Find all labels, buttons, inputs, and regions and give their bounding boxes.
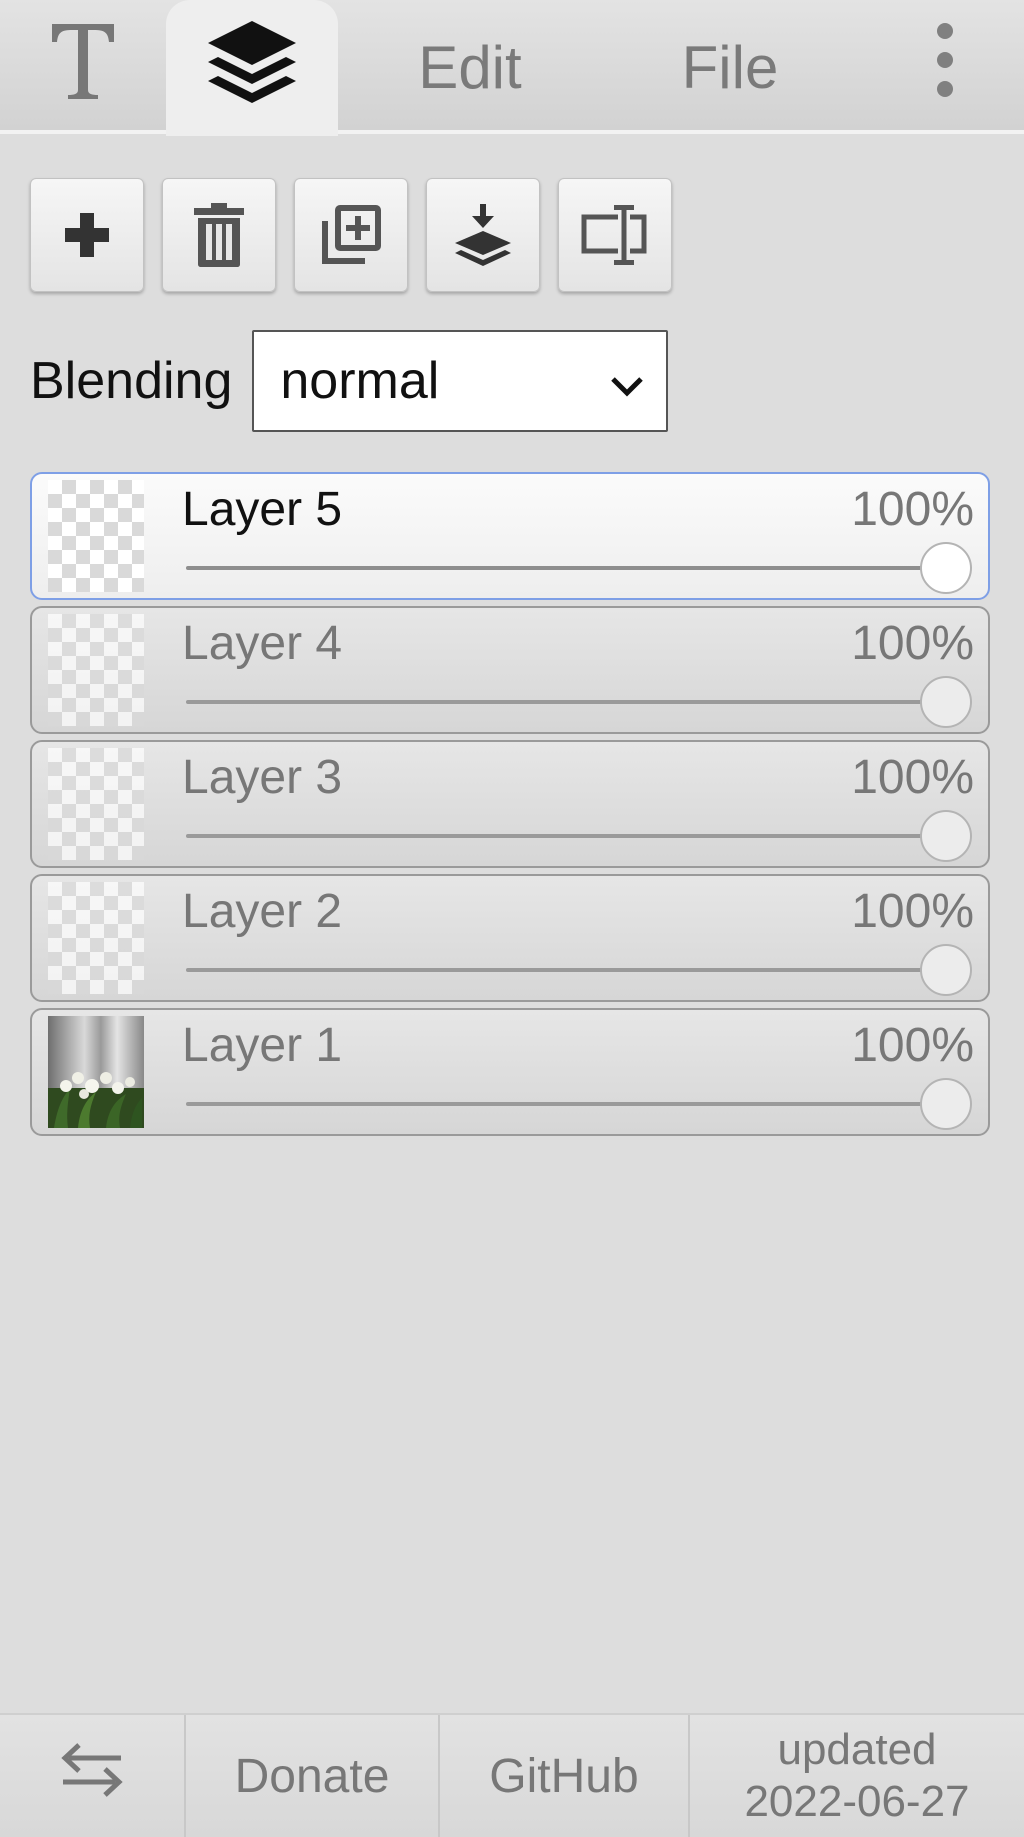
layer-item[interactable]: Layer 3 100% [30,740,990,868]
trash-icon [193,202,245,268]
more-vertical-icon [935,22,955,112]
layer-thumbnail [48,614,144,726]
chevron-down-icon [610,351,644,411]
opacity-slider-track[interactable] [186,700,972,704]
tab-text-tool[interactable] [0,0,165,134]
swap-panel-button[interactable] [0,1715,186,1837]
rename-icon [580,203,650,267]
swap-arrows-icon [59,1741,125,1811]
layer-name: Layer 1 [182,1019,343,1072]
layers-panel: Edit File Blending normal Layer 5 100% L… [0,0,1024,1837]
layer-item[interactable]: Layer 2 100% [30,874,990,1002]
opacity-slider-thumb[interactable] [920,542,972,594]
delete-layer-button[interactable] [162,178,276,292]
blending-select[interactable]: normal [252,330,669,432]
blending-label: Blending [30,352,233,410]
opacity-slider-track[interactable] [186,834,972,838]
more-menu-button[interactable] [905,0,985,134]
github-label: GitHub [489,1749,639,1803]
layer-thumbnail [48,480,144,592]
tab-file[interactable]: File [660,0,800,134]
layer-thumbnail [48,748,144,860]
duplicate-layer-button[interactable] [294,178,408,292]
layer-opacity-value: 100% [851,751,974,804]
merge-down-icon [453,204,513,266]
layer-item[interactable]: Layer 1 100% [30,1008,990,1136]
plus-icon [63,211,111,259]
layer-toolbar [30,178,672,292]
merge-down-button[interactable] [426,178,540,292]
tab-edit[interactable]: Edit [400,0,540,134]
opacity-slider-thumb[interactable] [920,810,972,862]
add-layer-button[interactable] [30,178,144,292]
layer-opacity-value: 100% [851,885,974,938]
tab-file-label: File [681,33,779,101]
footer-bar: Donate GitHub updated 2022-06-27 [0,1713,1024,1837]
layer-item[interactable]: Layer 5 100% [30,472,990,600]
donate-label: Donate [234,1749,390,1803]
donate-link[interactable]: Donate [186,1715,440,1837]
layer-thumbnail [48,882,144,994]
updated-info: updated 2022-06-27 [690,1715,1024,1837]
opacity-slider-track[interactable] [186,1102,972,1106]
github-link[interactable]: GitHub [440,1715,690,1837]
tab-edit-label: Edit [418,33,522,101]
layer-name: Layer 3 [182,751,343,804]
text-tool-icon [48,20,118,114]
opacity-slider-track[interactable] [186,968,972,972]
layer-opacity-value: 100% [851,617,974,670]
layer-name: Layer 2 [182,885,343,938]
blending-value: normal [280,352,440,410]
updated-date: 2022-06-27 [744,1777,970,1826]
rename-layer-button[interactable] [558,178,672,292]
opacity-slider-thumb[interactable] [920,676,972,728]
layers-icon [206,19,298,117]
opacity-slider-thumb[interactable] [920,1078,972,1130]
duplicate-icon [321,205,381,265]
opacity-slider-thumb[interactable] [920,944,972,996]
tab-layers[interactable] [166,0,338,136]
updated-label: updated [777,1725,937,1774]
tab-bar: Edit File [0,0,1024,136]
layer-list: Layer 5 100% Layer 4 100% Layer 3 100% L… [30,472,990,1142]
layer-opacity-value: 100% [851,1019,974,1072]
layer-thumbnail-photo [48,1016,144,1128]
layer-name: Layer 5 [182,483,343,536]
blending-row: Blending normal [30,330,669,432]
layer-item[interactable]: Layer 4 100% [30,606,990,734]
opacity-slider-track[interactable] [186,566,972,570]
layer-name: Layer 4 [182,617,343,670]
layer-opacity-value: 100% [851,483,974,536]
